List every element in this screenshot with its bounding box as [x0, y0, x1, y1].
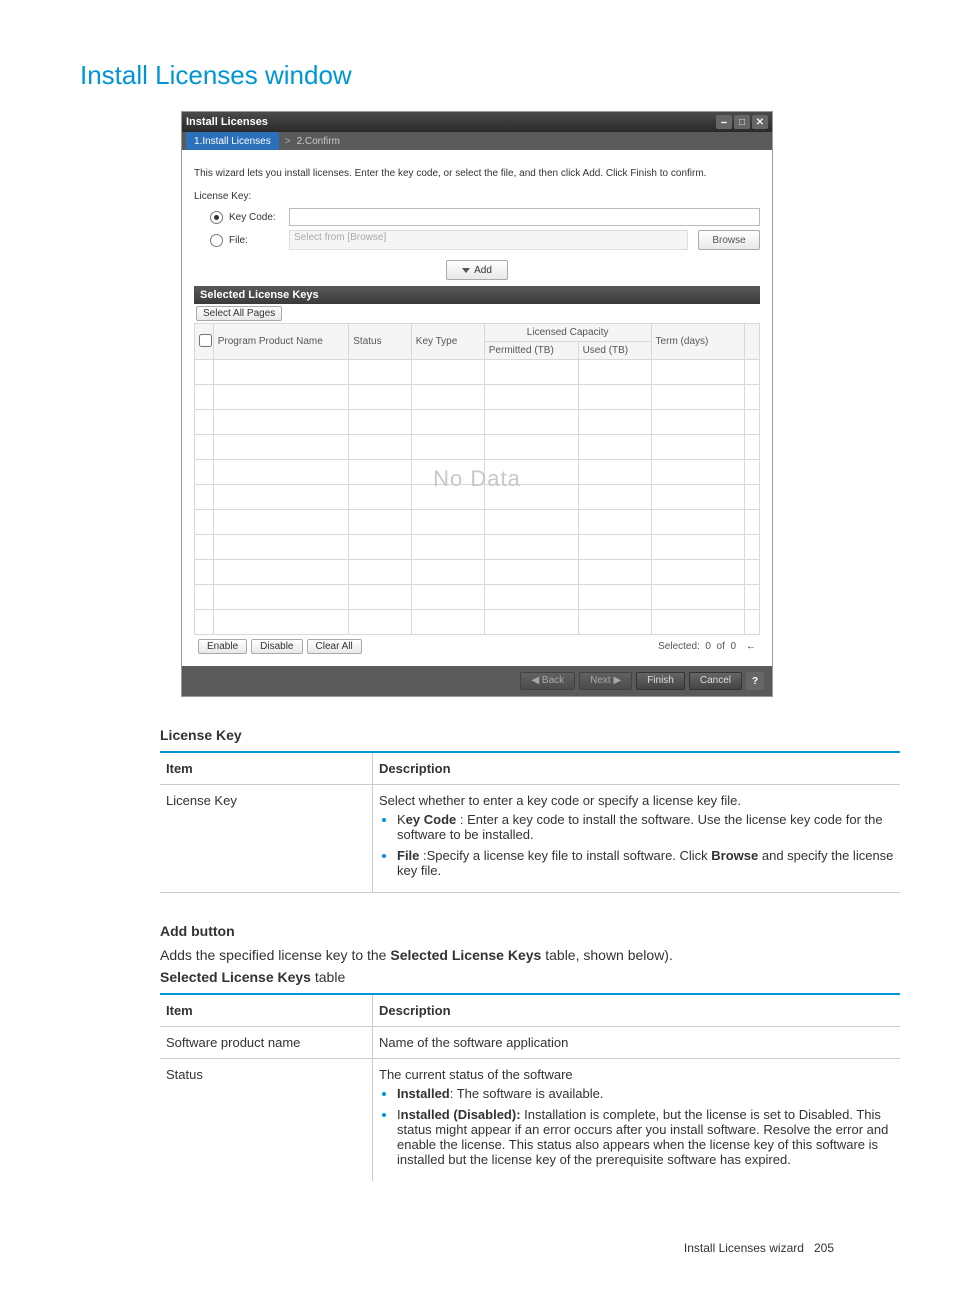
step-separator: >	[285, 136, 291, 147]
license-key-label: License Key:	[194, 191, 760, 202]
col-status: Status	[349, 324, 412, 360]
selected-license-keys-doc-table: Item Description Software product name N…	[160, 993, 900, 1181]
col-permitted: Permitted (TB)	[484, 342, 578, 360]
radio-file-label: File:	[229, 235, 289, 246]
row-software-product-name: Software product name	[160, 1027, 373, 1059]
back-button[interactable]: ◀ Back	[520, 672, 575, 690]
bullet-key-code: KKey Codeey Code : Enter a key code to i…	[397, 812, 894, 842]
th-item: Item	[160, 994, 373, 1027]
radio-key-code-label: Key Code:	[229, 212, 289, 223]
add-button[interactable]: Add	[446, 260, 508, 280]
selected-license-keys-table-heading: Selected License Keys table	[160, 969, 894, 985]
select-all-pages-button[interactable]: Select All Pages	[196, 306, 282, 321]
row-status: Status	[160, 1059, 373, 1182]
file-path-display: Select from [Browse]	[289, 230, 688, 250]
table-body	[195, 360, 760, 635]
th-description: Description	[373, 994, 901, 1027]
selected-license-keys-header: Selected License Keys	[194, 286, 760, 304]
license-key-heading: License Key	[160, 727, 894, 743]
th-description: Description	[373, 752, 901, 785]
radio-key-code[interactable]	[210, 211, 223, 224]
page-title: Install Licenses window	[80, 60, 894, 91]
window-title: Install Licenses	[186, 116, 268, 128]
bullet-file: File :Specify a license key file to inst…	[397, 848, 894, 878]
col-term: Term (days)	[651, 324, 745, 360]
col-key-type: Key Type	[411, 324, 484, 360]
selected-count-label: Selected: 0 of 0	[658, 641, 736, 652]
enable-button[interactable]: Enable	[198, 639, 247, 654]
step-confirm: 2.Confirm	[297, 136, 340, 147]
col-checkbox[interactable]	[195, 324, 214, 360]
cancel-button[interactable]: Cancel	[689, 672, 742, 690]
disable-button[interactable]: Disable	[251, 639, 302, 654]
no-data-watermark: No Data	[433, 466, 521, 492]
next-button[interactable]: Next ▶	[579, 672, 632, 690]
col-used: Used (TB)	[578, 342, 651, 360]
row-license-key: License Key	[160, 785, 373, 893]
titlebar: Install Licenses ⎯ □ ✕	[182, 112, 772, 132]
bullet-installed-disabled: Installed (Disabled): Installation is co…	[397, 1107, 894, 1167]
pager-arrow-icon: ←	[746, 641, 756, 652]
wizard-instruction: This wizard lets you install licenses. E…	[194, 168, 760, 179]
col-product: Program Product Name	[213, 324, 349, 360]
license-key-doc-table: Item Description License Key Select whet…	[160, 751, 900, 893]
th-item: Item	[160, 752, 373, 785]
wizard-steps: 1.Install Licenses > 2.Confirm	[182, 132, 772, 150]
clear-all-button[interactable]: Clear All	[307, 639, 362, 654]
step-install-licenses[interactable]: 1.Install Licenses	[186, 132, 279, 150]
row-license-key-desc: Select whether to enter a key code or sp…	[373, 785, 901, 893]
finish-button[interactable]: Finish	[636, 672, 685, 690]
bullet-installed: Installed: The software is available.	[397, 1086, 894, 1101]
add-button-paragraph: Adds the specified license key to the Se…	[160, 947, 900, 963]
install-licenses-window: Install Licenses ⎯ □ ✕ 1.Install License…	[181, 111, 773, 697]
wizard-footer: ◀ Back Next ▶ Finish Cancel ?	[182, 666, 772, 696]
radio-file[interactable]	[210, 234, 223, 247]
page-footer: Install Licenses wizard 205	[60, 1241, 834, 1255]
close-icon[interactable]: ✕	[752, 115, 768, 129]
add-button-heading: Add button	[160, 923, 894, 939]
row-status-desc: The current status of the software Insta…	[373, 1059, 901, 1182]
key-code-input[interactable]	[289, 208, 760, 226]
browse-button[interactable]: Browse	[698, 230, 760, 250]
row-software-product-name-desc: Name of the software application	[373, 1027, 901, 1059]
select-all-checkbox[interactable]	[199, 334, 212, 347]
minimize-icon[interactable]: ⎯	[716, 115, 732, 129]
help-button[interactable]: ?	[746, 672, 764, 690]
col-capacity-group: Licensed Capacity	[484, 324, 651, 342]
col-scrollbar	[745, 324, 760, 360]
maximize-icon[interactable]: □	[734, 115, 750, 129]
